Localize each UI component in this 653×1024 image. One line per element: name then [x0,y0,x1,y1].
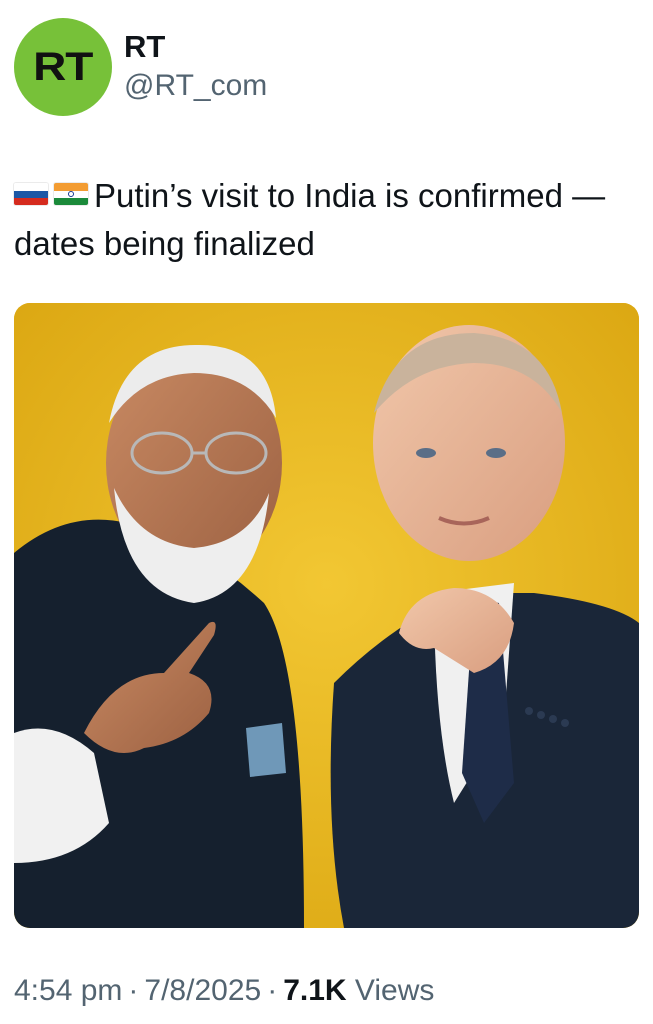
separator: · [128,974,139,1007]
handle[interactable]: @RT_com [124,66,267,106]
tweet-photo[interactable] [14,303,639,928]
tweet-footer: 4:54 pm · 7/8/2025 · 7.1K Views [14,968,434,1014]
display-name[interactable]: RT [124,30,267,64]
photo-illustration [14,303,639,928]
india-flag-icon [54,183,88,206]
tweet-text: Putin’s visit to India is confirmed — da… [14,172,639,268]
tweet-body: Putin’s visit to India is confirmed — da… [14,177,606,262]
author-names: RT @RT_com [124,30,267,106]
russia-flag-icon [14,183,48,206]
views-label: Views [354,974,435,1007]
views-count[interactable]: 7.1K [283,974,346,1007]
tweet-time[interactable]: 4:54 pm [14,974,122,1007]
tweet-date[interactable]: 7/8/2025 [144,974,261,1007]
tweet-header: RT RT @RT_com [14,18,267,116]
avatar[interactable]: RT [14,18,112,116]
avatar-logo-text: RT [33,44,93,89]
separator: · [267,974,278,1007]
